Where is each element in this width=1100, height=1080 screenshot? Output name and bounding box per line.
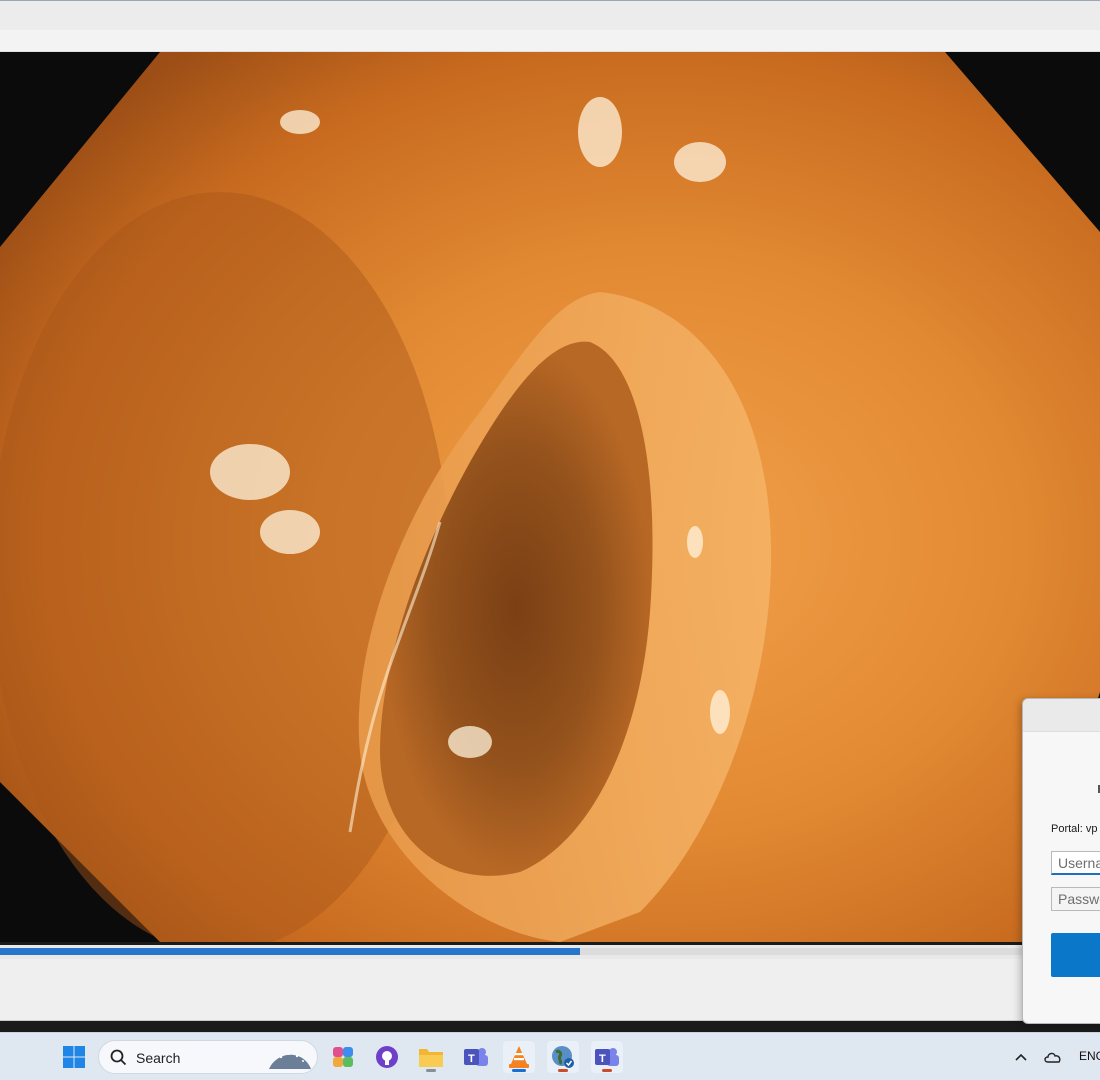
teams-work-alert-indicator	[602, 1069, 612, 1072]
portal-label: Portal: vp	[1051, 823, 1098, 835]
seek-progress-fill	[0, 948, 580, 955]
chevron-up-icon[interactable]	[1005, 1041, 1037, 1073]
username-input[interactable]	[1051, 851, 1100, 875]
copilot-icon[interactable]	[327, 1041, 359, 1073]
endoscopy-video-image	[0, 52, 1100, 942]
svg-text:T: T	[468, 1053, 475, 1065]
player-controls-panel	[0, 959, 1100, 1021]
teams-icon[interactable]: T	[460, 1041, 492, 1073]
vlc-icon[interactable]	[503, 1041, 535, 1073]
language-indicator[interactable]: ENG	[1079, 1049, 1100, 1063]
file-explorer-icon[interactable]	[415, 1041, 447, 1073]
connect-button[interactable]	[1051, 933, 1100, 977]
taskbar: Search T T EN	[0, 1032, 1100, 1080]
search-highlight-icon	[269, 1053, 311, 1069]
password-input[interactable]	[1051, 887, 1100, 911]
seek-slider[interactable]	[0, 948, 1100, 955]
vlc-menu-bar	[0, 30, 1100, 52]
search-icon	[110, 1049, 127, 1066]
vlc-active-indicator	[512, 1069, 526, 1072]
vpn-login-dialog: Portal: vp	[1022, 698, 1100, 1024]
onedrive-cloud-icon[interactable]	[1037, 1041, 1069, 1073]
file-explorer-running-indicator	[426, 1069, 436, 1072]
dialog-title-bar[interactable]	[1023, 699, 1100, 732]
github-icon[interactable]	[371, 1041, 403, 1073]
svg-text:T: T	[599, 1053, 606, 1065]
vpn-globe-icon[interactable]	[547, 1041, 579, 1073]
vlc-title-bar	[0, 0, 1100, 30]
teams-work-icon[interactable]: T	[591, 1041, 623, 1073]
vpn-alert-indicator	[558, 1069, 568, 1072]
taskbar-search-box[interactable]: Search	[98, 1040, 318, 1074]
video-frame[interactable]	[0, 52, 1100, 942]
search-label: Search	[136, 1050, 181, 1066]
windows-start-icon[interactable]	[58, 1041, 90, 1073]
